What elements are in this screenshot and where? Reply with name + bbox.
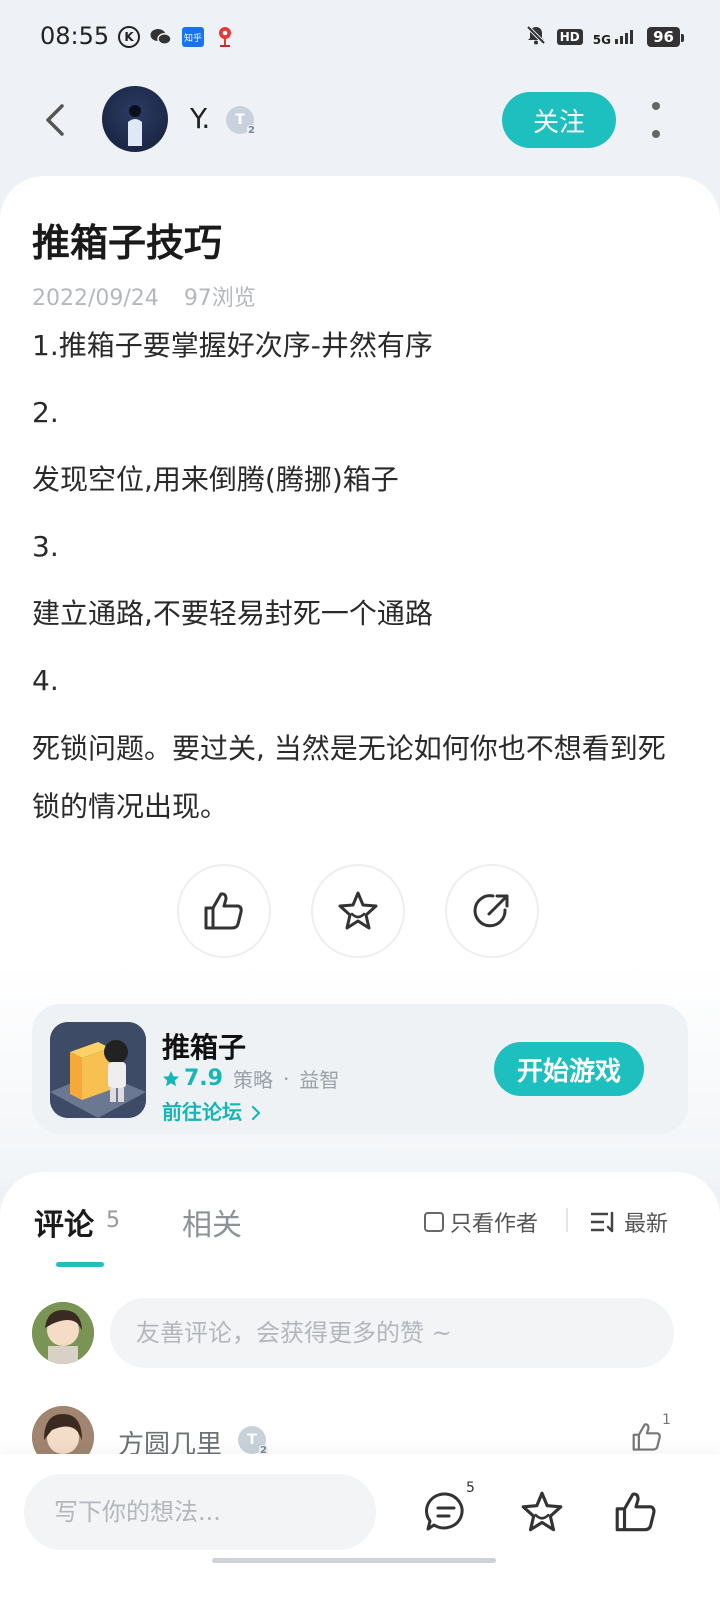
forum-link[interactable]: 前往论坛 (162, 1096, 263, 1125)
status-bar: 08:55 K 知乎 HD 5G 96 (0, 0, 720, 76)
thumbs-up-icon (632, 1423, 661, 1451)
comments-button[interactable] (422, 1488, 470, 1536)
star-icon (338, 891, 378, 930)
map-pin-icon (214, 26, 236, 48)
post-body: 1.推箱子要掌握好次序-井然有序 2. 发现空位,用来倒腾(腾挪)箱子 3. 建… (32, 326, 682, 863)
post-paragraph: 3. (32, 530, 59, 563)
commenter-level-badge: T 2 (238, 1426, 268, 1456)
like-button[interactable] (612, 1488, 660, 1536)
like-button[interactable] (177, 864, 271, 958)
author-badge-level: 2 (247, 125, 256, 136)
only-author-label: 只看作者 (450, 1212, 539, 1237)
post-title: 推箱子技巧 (32, 221, 223, 265)
more-dot-icon (652, 102, 660, 110)
comment-count: 5 (106, 1208, 120, 1233)
checkbox-icon[interactable] (424, 1212, 444, 1232)
sort-label: 最新 (624, 1212, 669, 1237)
author-name[interactable]: Y. (190, 102, 210, 135)
post-paragraph: 2. (32, 396, 59, 429)
post-meta: 2022/09/24 97浏览 (32, 280, 256, 312)
author-badge-letter: T (235, 112, 245, 128)
network-label: 5G (592, 32, 611, 47)
follow-button[interactable]: 关注 (502, 92, 616, 148)
favorite-button[interactable] (518, 1488, 566, 1536)
post-views: 97浏览 (183, 286, 256, 311)
active-tab-indicator (56, 1262, 104, 1267)
notification-icons: K 知乎 (118, 26, 236, 48)
post-date: 2022/09/24 (32, 286, 159, 311)
post-paragraph: 建立通路,不要轻易封死一个通路 (32, 597, 433, 630)
author-level-badge: T 2 (226, 106, 256, 136)
game-rating: 7.9 (162, 1066, 223, 1091)
game-tag: 策略 (232, 1068, 273, 1092)
star-icon (521, 1491, 563, 1532)
post-actions (177, 864, 543, 960)
system-status-icons: HD 5G 96 (525, 24, 684, 50)
thumbs-up-icon (204, 892, 243, 930)
post-paragraph: 发现空位,用来倒腾(腾挪)箱子 (32, 463, 399, 496)
sort-icon (591, 1211, 614, 1233)
share-icon (473, 894, 509, 928)
bottom-bar: 5 (0, 1454, 720, 1600)
k-icon: K (118, 26, 140, 48)
battery-icon: 96 (647, 27, 684, 47)
only-author-toggle[interactable]: 只看作者 (424, 1206, 538, 1238)
post-paragraph: 1.推箱子要掌握好次序-井然有序 (32, 329, 433, 362)
game-meta: 7.9 策略 · 益智 (162, 1064, 339, 1093)
person-figure-icon (128, 105, 142, 146)
share-button[interactable] (445, 864, 539, 958)
tab-comments[interactable]: 评论 (34, 1200, 94, 1244)
hd-icon: HD (556, 29, 583, 45)
tag-separator: · (282, 1066, 290, 1091)
tab-related[interactable]: 相关 (182, 1200, 242, 1244)
game-card[interactable]: 推箱子 7.9 策略 · 益智 前往论坛 开始游戏 (32, 1004, 688, 1134)
status-time: 08:55 (40, 22, 110, 50)
post-paragraph: 4. (32, 664, 59, 697)
avatar-illustration-icon (32, 1302, 94, 1364)
start-game-button[interactable]: 开始游戏 (494, 1042, 644, 1096)
comment-bubble-icon (425, 1492, 464, 1531)
star-filled-icon (163, 1070, 179, 1086)
sort-newest-button[interactable]: 最新 (590, 1206, 668, 1238)
more-options-button[interactable] (648, 102, 664, 138)
comment-like-button[interactable] (630, 1420, 664, 1458)
commenter-badge-letter: T (247, 1432, 257, 1448)
back-button[interactable] (36, 100, 76, 140)
author-avatar[interactable] (102, 86, 168, 152)
game-tag: 益智 (299, 1068, 340, 1092)
game-rating-value: 7.9 (184, 1066, 223, 1091)
mute-icon (525, 24, 547, 50)
chevron-left-icon (46, 104, 64, 136)
game-icon (50, 1022, 146, 1118)
my-avatar (32, 1302, 94, 1364)
post-paragraph: 死锁问题。要过关, 当然是无论如何你也不想看到死锁的情况出现。 (32, 732, 666, 823)
comment-like-count: 1 (662, 1412, 671, 1428)
more-dot-icon (652, 130, 660, 138)
favorite-button[interactable] (311, 864, 405, 958)
divider (566, 1208, 568, 1232)
signal-icon: 5G (593, 28, 637, 47)
home-indicator[interactable] (212, 1558, 496, 1563)
forum-link-label: 前往论坛 (162, 1100, 242, 1124)
thumbs-up-icon (615, 1492, 656, 1532)
post-header: Y. T 2 关注 (0, 80, 720, 160)
game-name: 推箱子 (162, 1031, 247, 1064)
box-game-icon (50, 1022, 146, 1118)
wechat-icon (150, 26, 172, 48)
write-comment-input[interactable] (24, 1474, 376, 1550)
chevron-right-icon (251, 1105, 261, 1121)
comment-input[interactable] (110, 1298, 674, 1368)
zhihu-icon: 知乎 (182, 27, 204, 47)
comments-count-badge: 5 (466, 1480, 475, 1496)
